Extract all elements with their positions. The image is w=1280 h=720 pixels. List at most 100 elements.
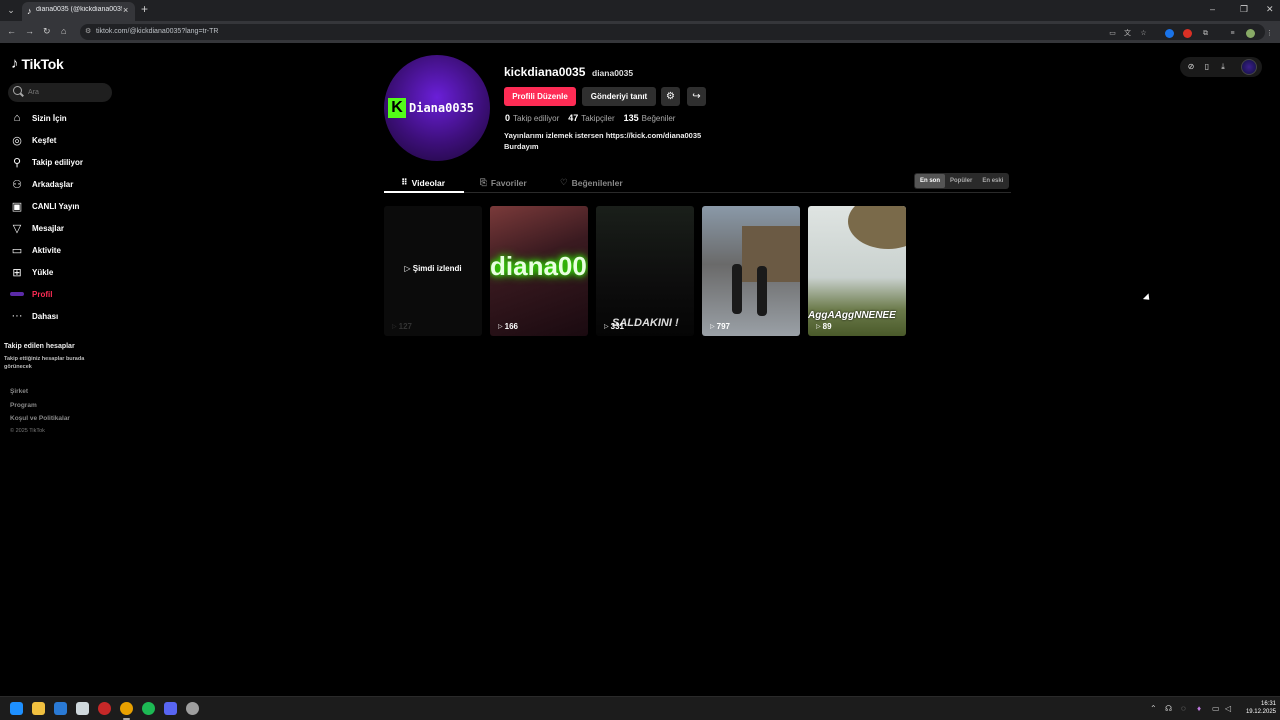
- footer-link-terms[interactable]: Koşul ve Politikalar: [10, 415, 70, 422]
- media-icon[interactable]: ≡: [1228, 29, 1237, 38]
- video-card[interactable]: diana00 ▷ 166: [490, 206, 588, 336]
- coins-icon[interactable]: ⊘: [1186, 62, 1196, 72]
- tray-chevron-icon[interactable]: ⌃: [1150, 704, 1157, 714]
- play-icon: ▷: [816, 324, 821, 330]
- grid-icon: ⠿: [401, 177, 408, 187]
- stat-followers[interactable]: 47 Takipçiler: [568, 113, 614, 123]
- sidebar-item-label: Yükle: [32, 267, 54, 277]
- bookmark-star-icon[interactable]: ☆: [1139, 29, 1148, 38]
- extension-blue-icon[interactable]: [1165, 29, 1174, 38]
- address-bar[interactable]: ⚙ tiktok.com/@kickdiana0035?lang=tr-TR ▭…: [80, 24, 1273, 40]
- sidebar-item-messages[interactable]: ▽ Mesajlar: [10, 217, 120, 239]
- url-text[interactable]: tiktok.com/@kickdiana0035?lang=tr-TR: [96, 28, 218, 35]
- sidebar-item-friends[interactable]: ⚇ Arkadaşlar: [10, 173, 120, 195]
- sidebar-item-activity[interactable]: ▭ Aktivite: [10, 239, 120, 261]
- menu-kebab-icon[interactable]: ⋮: [1265, 29, 1274, 38]
- game-app-icon[interactable]: [98, 702, 111, 715]
- translate-icon[interactable]: 文: [1123, 29, 1132, 38]
- profile-stats: 0 Takip ediliyor 47 Takipçiler 135 Beğenile…: [505, 113, 675, 123]
- mail-icon[interactable]: [54, 702, 67, 715]
- new-tab-button[interactable]: +: [141, 3, 148, 16]
- video-card[interactable]: ▷ Şimdi izlendi ▷ 127: [384, 206, 482, 336]
- activity-icon: ▭: [11, 244, 23, 257]
- video-views: ▷ 797: [710, 322, 730, 331]
- tiktok-logo[interactable]: ♪ TikTok: [11, 55, 64, 72]
- sidebar-item-live[interactable]: ▣ CANLI Yayın: [10, 195, 120, 217]
- tab-close-icon[interactable]: ×: [123, 5, 128, 15]
- play-icon: ▷: [710, 324, 715, 330]
- profile-chrome-icon[interactable]: [1246, 29, 1255, 38]
- windows-start-icon[interactable]: [10, 702, 23, 715]
- friends-icon: ⚇: [12, 178, 22, 191]
- compass-icon: ◎: [12, 134, 22, 147]
- reload-icon[interactable]: ↻: [43, 26, 51, 37]
- close-window-button[interactable]: ✕: [1266, 4, 1274, 15]
- profile-username: kickdiana0035: [504, 65, 586, 79]
- spotify-icon[interactable]: [142, 702, 155, 715]
- play-icon: ▷: [498, 324, 503, 330]
- video-overlay-text: diana00: [490, 251, 587, 281]
- sidebar-item-label: Dahası: [32, 311, 59, 321]
- extensions-puzzle-icon[interactable]: ⧉: [1201, 29, 1210, 38]
- stat-following[interactable]: 0 Takip ediliyor: [505, 113, 559, 123]
- sort-oldest[interactable]: En eski: [977, 174, 1008, 188]
- tiktok-note-icon: ♪: [11, 55, 19, 72]
- bio-line[interactable]: Yayınlarımı izlemek istersen https://kic…: [504, 130, 701, 141]
- profile-nickname: diana0035: [592, 68, 634, 78]
- video-card[interactable]: SALDAKINI ! ▷ 331: [596, 206, 694, 336]
- sort-popular[interactable]: Popüler: [945, 174, 977, 188]
- device-icon[interactable]: ▯: [1202, 62, 1212, 72]
- taskbar-clock[interactable]: 16:31 19.12.2025: [1240, 700, 1276, 716]
- volume-icon[interactable]: ◁: [1225, 704, 1231, 714]
- mic-icon[interactable]: ♦: [1197, 704, 1201, 714]
- user-avatar[interactable]: [1241, 59, 1257, 75]
- sidebar-item-explore[interactable]: ◎ Keşfet: [10, 129, 120, 151]
- profile-avatar[interactable]: K Diana0035: [384, 55, 490, 161]
- browser-tab-active[interactable]: ♪ diana0035 (@kickdiana0035) | TikTok ×: [22, 2, 135, 21]
- tab-videos[interactable]: ⠿ Videolar: [401, 172, 445, 193]
- maximize-button[interactable]: ❐: [1240, 4, 1248, 15]
- video-card[interactable]: ▷ 797: [702, 206, 800, 336]
- sidebar-item-home[interactable]: ⌂ Sizin İçin: [10, 107, 120, 129]
- tab-liked[interactable]: ♡ Beğenilenler: [560, 172, 623, 193]
- sidebar-item-upload[interactable]: ⊞ Yükle: [10, 261, 120, 283]
- video-views: ▷ 89: [816, 322, 832, 331]
- chrome-icon[interactable]: [120, 702, 133, 720]
- site-info-icon[interactable]: ⚙: [85, 27, 91, 35]
- promote-post-button[interactable]: Gönderiyi tanıt: [582, 87, 656, 106]
- live-icon: ▣: [11, 200, 23, 213]
- forward-icon[interactable]: →: [25, 26, 34, 37]
- monitor-icon[interactable]: ▭: [1212, 704, 1220, 714]
- footer-link-program[interactable]: Program: [10, 402, 37, 409]
- settings-icon[interactable]: [186, 702, 199, 715]
- messages-icon: ▽: [12, 222, 22, 235]
- tray-app-icon[interactable]: ◌: [1181, 704, 1186, 714]
- tab-list-button[interactable]: ⌄: [4, 4, 18, 17]
- active-tab-underline: [384, 191, 464, 193]
- file-explorer-icon[interactable]: [32, 702, 45, 715]
- discord-icon[interactable]: [164, 702, 177, 715]
- download-icon[interactable]: ⤓: [1218, 62, 1228, 72]
- home-icon[interactable]: ⌂: [61, 26, 66, 37]
- sidebar-item-profile[interactable]: Profil: [10, 283, 120, 305]
- back-icon[interactable]: ←: [7, 26, 16, 37]
- cast-icon[interactable]: ▭: [1108, 29, 1117, 38]
- headset-icon[interactable]: ☊: [1165, 704, 1172, 714]
- share-icon[interactable]: ↪: [687, 87, 706, 106]
- settings-gear-icon[interactable]: ⚙: [661, 87, 680, 106]
- play-icon: ▷: [392, 324, 397, 330]
- search-input[interactable]: [28, 86, 113, 99]
- minimize-button[interactable]: –: [1210, 4, 1215, 14]
- video-card[interactable]: AggAAggNNENEE ▷ 89: [808, 206, 906, 336]
- sidebar-item-following[interactable]: ⚲ Takip ediliyor: [10, 151, 120, 173]
- tab-favorites[interactable]: ⎘ Favoriler: [480, 172, 527, 193]
- sort-latest[interactable]: En son: [915, 174, 946, 188]
- footer-link-company[interactable]: Şirket: [10, 388, 28, 395]
- extension-red-icon[interactable]: [1183, 29, 1192, 38]
- video-overlay-text: AggAAggNNENEE: [808, 310, 896, 321]
- sidebar-item-more[interactable]: ··· Dahası: [10, 305, 120, 327]
- app-icon[interactable]: [76, 702, 89, 715]
- search-box[interactable]: [8, 83, 113, 102]
- video-views: ▷ 331: [604, 322, 624, 331]
- edit-profile-button[interactable]: Profili Düzenle: [504, 87, 576, 106]
